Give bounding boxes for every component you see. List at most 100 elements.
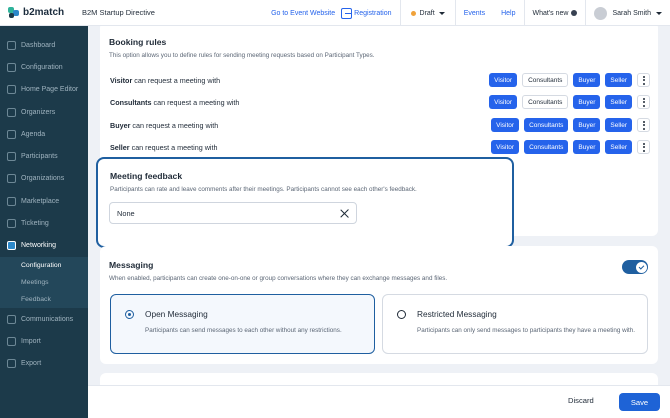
booking-rule-row: Consultants can request a meeting with V… — [110, 95, 650, 109]
networking-submenu: Configuration Meetings Feedback — [0, 256, 88, 308]
events-link[interactable]: Events — [456, 10, 493, 17]
chip-buyer[interactable]: Buyer — [573, 95, 601, 109]
chevron-down-icon — [656, 11, 662, 15]
sidebar-item-dashboard[interactable]: Dashboard — [0, 34, 88, 56]
ticket-icon — [7, 219, 16, 229]
status-label: Draft — [419, 9, 435, 17]
marketplace-icon — [7, 196, 16, 206]
registration-label: Registration — [354, 9, 392, 17]
meeting-feedback-description: Participants can rate and leave comments… — [110, 186, 417, 193]
chip-consultants[interactable]: Consultants — [524, 140, 569, 154]
booking-rule-row: Buyer can request a meeting with Visitor… — [110, 118, 650, 132]
sidebar-item-import[interactable]: Import — [0, 330, 88, 352]
save-button[interactable]: Save — [619, 393, 660, 411]
option-open-messaging[interactable]: Open Messaging Participants can send mes… — [110, 294, 375, 354]
more-options-icon[interactable] — [637, 118, 650, 132]
whats-new-button[interactable]: What's new — [525, 10, 586, 17]
rule-type-label: Consultants — [110, 97, 152, 107]
sidebar-item-communications[interactable]: Communications — [0, 308, 88, 330]
discard-button[interactable]: Discard — [568, 396, 594, 405]
networking-icon — [7, 241, 16, 251]
chip-seller[interactable]: Seller — [605, 73, 632, 87]
more-options-icon[interactable] — [637, 140, 650, 154]
sidebar-item-marketplace[interactable]: Marketplace — [0, 190, 88, 212]
sidebar-item-configuration[interactable]: Configuration — [0, 56, 88, 78]
import-icon — [7, 336, 16, 346]
user-menu[interactable]: Sarah Smith — [586, 6, 670, 20]
registration-link[interactable]: Registration — [341, 7, 392, 19]
logo[interactable]: b2match — [0, 7, 88, 18]
sidebar-item-ticketing[interactable]: Ticketing — [0, 212, 88, 234]
user-name: Sarah Smith — [612, 9, 651, 17]
meeting-feedback-title: Meeting feedback — [110, 171, 183, 181]
notification-dot-icon — [571, 10, 578, 16]
participants-icon — [7, 152, 16, 162]
radio-restricted-messaging[interactable] — [397, 310, 406, 319]
sidebar: Dashboard Configuration Home Page Editor… — [0, 26, 88, 418]
radio-open-messaging[interactable] — [125, 310, 134, 319]
chip-consultants[interactable]: Consultants — [524, 118, 569, 132]
chip-visitor[interactable]: Visitor — [491, 140, 520, 154]
sidebar-subitem-configuration[interactable]: Configuration — [0, 257, 88, 274]
chip-buyer[interactable]: Buyer — [573, 140, 601, 154]
communications-icon — [7, 314, 16, 324]
action-bar: Discard Save — [88, 385, 670, 418]
dashboard-icon — [7, 40, 16, 50]
chevron-down-icon — [438, 11, 445, 15]
export-icon — [7, 359, 16, 369]
logo-text: b2match — [23, 7, 65, 18]
sidebar-item-home-page-editor[interactable]: Home Page Editor — [0, 79, 88, 101]
booking-rule-row: Seller can request a meeting with Visito… — [110, 140, 650, 154]
chip-visitor[interactable]: Visitor — [489, 73, 518, 87]
avatar — [594, 6, 608, 20]
chip-visitor[interactable]: Visitor — [491, 118, 520, 132]
option-description: Participants can send messages to each o… — [145, 327, 342, 334]
booking-rule-row: Visitor can request a meeting with Visit… — [110, 73, 650, 87]
chip-consultants[interactable]: Consultants — [522, 73, 569, 87]
chip-consultants[interactable]: Consultants — [522, 95, 569, 109]
chip-buyer[interactable]: Buyer — [573, 118, 601, 132]
sidebar-subitem-meetings[interactable]: Meetings — [0, 274, 88, 291]
close-icon[interactable] — [340, 209, 349, 218]
registration-icon — [341, 7, 353, 19]
logo-icon — [8, 7, 19, 18]
booking-rules-title: Booking rules — [109, 37, 167, 47]
chip-visitor[interactable]: Visitor — [489, 95, 518, 109]
top-bar: b2match B2M Startup Directive Go to Even… — [0, 0, 670, 26]
check-icon — [638, 263, 644, 270]
calendar-icon — [7, 129, 16, 139]
event-name: B2M Startup Directive — [82, 8, 155, 17]
main-content: Booking rules This option allows you to … — [88, 26, 670, 418]
home-icon — [7, 85, 16, 95]
meeting-feedback-select[interactable]: None — [109, 202, 357, 224]
status-dot-icon — [410, 10, 416, 16]
chip-seller[interactable]: Seller — [605, 118, 632, 132]
booking-rules-description: This option allows you to define rules f… — [109, 52, 375, 59]
whats-new-label: What's new — [532, 9, 569, 17]
chip-seller[interactable]: Seller — [605, 140, 632, 154]
help-link[interactable]: Help — [493, 10, 523, 17]
gear-icon — [7, 62, 16, 72]
sidebar-item-export[interactable]: Export — [0, 353, 88, 375]
chip-buyer[interactable]: Buyer — [573, 73, 601, 87]
sidebar-item-agenda[interactable]: Agenda — [0, 123, 88, 145]
sidebar-item-organizers[interactable]: Organizers — [0, 101, 88, 123]
sidebar-item-organizations[interactable]: Organizations — [0, 168, 88, 190]
status-dropdown[interactable]: Draft — [401, 10, 455, 17]
building-icon — [7, 174, 16, 184]
option-title: Restricted Messaging — [417, 309, 497, 319]
sidebar-item-participants[interactable]: Participants — [0, 145, 88, 167]
rule-type-label: Visitor — [110, 75, 133, 85]
chip-seller[interactable]: Seller — [605, 95, 632, 109]
go-to-event-link[interactable]: Go to Event Website — [271, 10, 335, 17]
rule-type-label: Buyer — [110, 120, 131, 130]
messaging-toggle[interactable] — [622, 260, 648, 274]
messaging-description: When enabled, participants can create on… — [109, 275, 448, 282]
meeting-feedback-card: Meeting feedback Participants can rate a… — [96, 157, 514, 248]
option-restricted-messaging[interactable]: Restricted Messaging Participants can on… — [382, 294, 648, 354]
sidebar-item-networking[interactable]: Networking — [0, 235, 88, 257]
meeting-feedback-value: None — [117, 208, 135, 218]
more-options-icon[interactable] — [637, 73, 650, 87]
sidebar-subitem-feedback[interactable]: Feedback — [0, 291, 88, 308]
more-options-icon[interactable] — [637, 95, 650, 109]
